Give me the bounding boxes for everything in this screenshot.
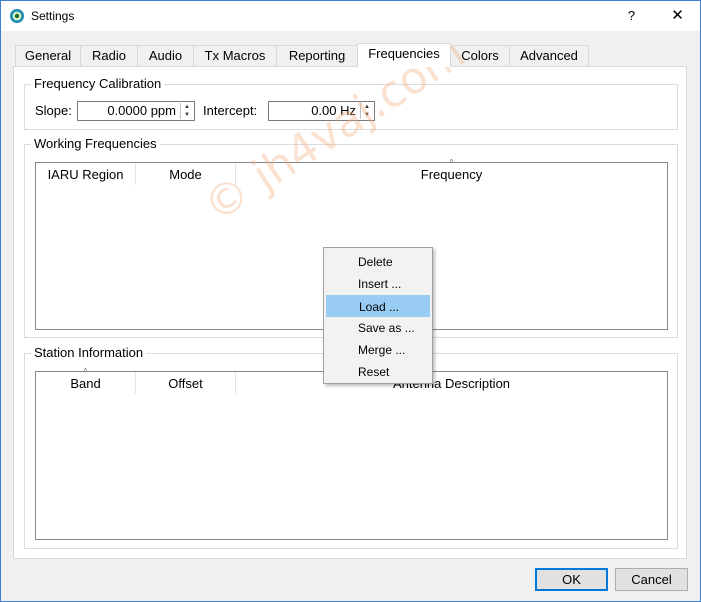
station-information-title: Station Information bbox=[31, 345, 147, 361]
ok-button[interactable]: OK bbox=[535, 568, 608, 591]
cancel-button[interactable]: Cancel bbox=[615, 568, 688, 591]
close-button[interactable]: ✕ bbox=[655, 1, 700, 31]
sort-ascending-icon: ^ bbox=[83, 367, 88, 376]
column-header-frequency[interactable]: ^ Frequency bbox=[236, 158, 667, 185]
menu-item-delete[interactable]: Delete bbox=[326, 251, 430, 273]
frequency-calibration-group: Frequency Calibration Slope: 0.0000 ppm … bbox=[24, 76, 678, 130]
menu-item-merge[interactable]: Merge ... bbox=[326, 339, 430, 361]
frequency-header-label: Frequency bbox=[420, 167, 483, 182]
tab-reporting[interactable]: Reporting bbox=[276, 45, 358, 66]
tab-general[interactable]: General bbox=[15, 45, 81, 66]
title-bar[interactable]: Settings ? ✕ bbox=[1, 1, 700, 31]
band-header-label: Band bbox=[70, 376, 101, 391]
intercept-stepper-icon[interactable]: ▲ ▼ bbox=[360, 103, 373, 119]
column-header-mode[interactable]: Mode bbox=[136, 163, 236, 185]
slope-spinbox[interactable]: 0.0000 ppm ▲ ▼ bbox=[77, 101, 195, 121]
intercept-label: Intercept: bbox=[203, 103, 258, 118]
menu-item-load[interactable]: Load ... bbox=[326, 295, 430, 317]
intercept-spinbox[interactable]: 0.00 Hz ▲ ▼ bbox=[268, 101, 375, 121]
column-header-antenna-description[interactable]: Antenna Description bbox=[236, 372, 667, 394]
station-information-table[interactable]: ^ Band Offset Antenna Description bbox=[35, 367, 668, 540]
context-menu: Delete Insert ... Load ... Save as ... M… bbox=[323, 247, 433, 384]
window-title: Settings bbox=[31, 9, 75, 23]
help-button[interactable]: ? bbox=[609, 1, 654, 31]
menu-item-insert[interactable]: Insert ... bbox=[326, 273, 430, 295]
working-frequencies-title: Working Frequencies bbox=[31, 136, 160, 152]
app-icon bbox=[10, 9, 24, 23]
column-header-offset[interactable]: Offset bbox=[136, 372, 236, 394]
sort-ascending-icon: ^ bbox=[449, 158, 454, 167]
tab-radio[interactable]: Radio bbox=[80, 45, 138, 66]
slope-stepper-icon[interactable]: ▲ ▼ bbox=[180, 103, 193, 119]
menu-item-save-as[interactable]: Save as ... bbox=[326, 317, 430, 339]
intercept-value: 0.00 Hz bbox=[311, 103, 356, 118]
slope-label: Slope: bbox=[35, 103, 72, 118]
column-header-band[interactable]: ^ Band bbox=[36, 367, 136, 394]
column-header-iaru-region[interactable]: IARU Region bbox=[36, 163, 136, 185]
menu-item-reset[interactable]: Reset bbox=[326, 361, 430, 383]
tab-frequencies[interactable]: Frequencies bbox=[357, 43, 451, 67]
settings-window: Settings ? ✕ General Radio Audio Tx Macr… bbox=[0, 0, 701, 602]
frequency-calibration-title: Frequency Calibration bbox=[31, 76, 165, 92]
tab-advanced[interactable]: Advanced bbox=[509, 45, 589, 66]
tab-audio[interactable]: Audio bbox=[137, 45, 194, 66]
slope-value: 0.0000 ppm bbox=[107, 103, 176, 118]
tab-colors[interactable]: Colors bbox=[450, 45, 510, 66]
tab-tx-macros[interactable]: Tx Macros bbox=[193, 45, 277, 66]
